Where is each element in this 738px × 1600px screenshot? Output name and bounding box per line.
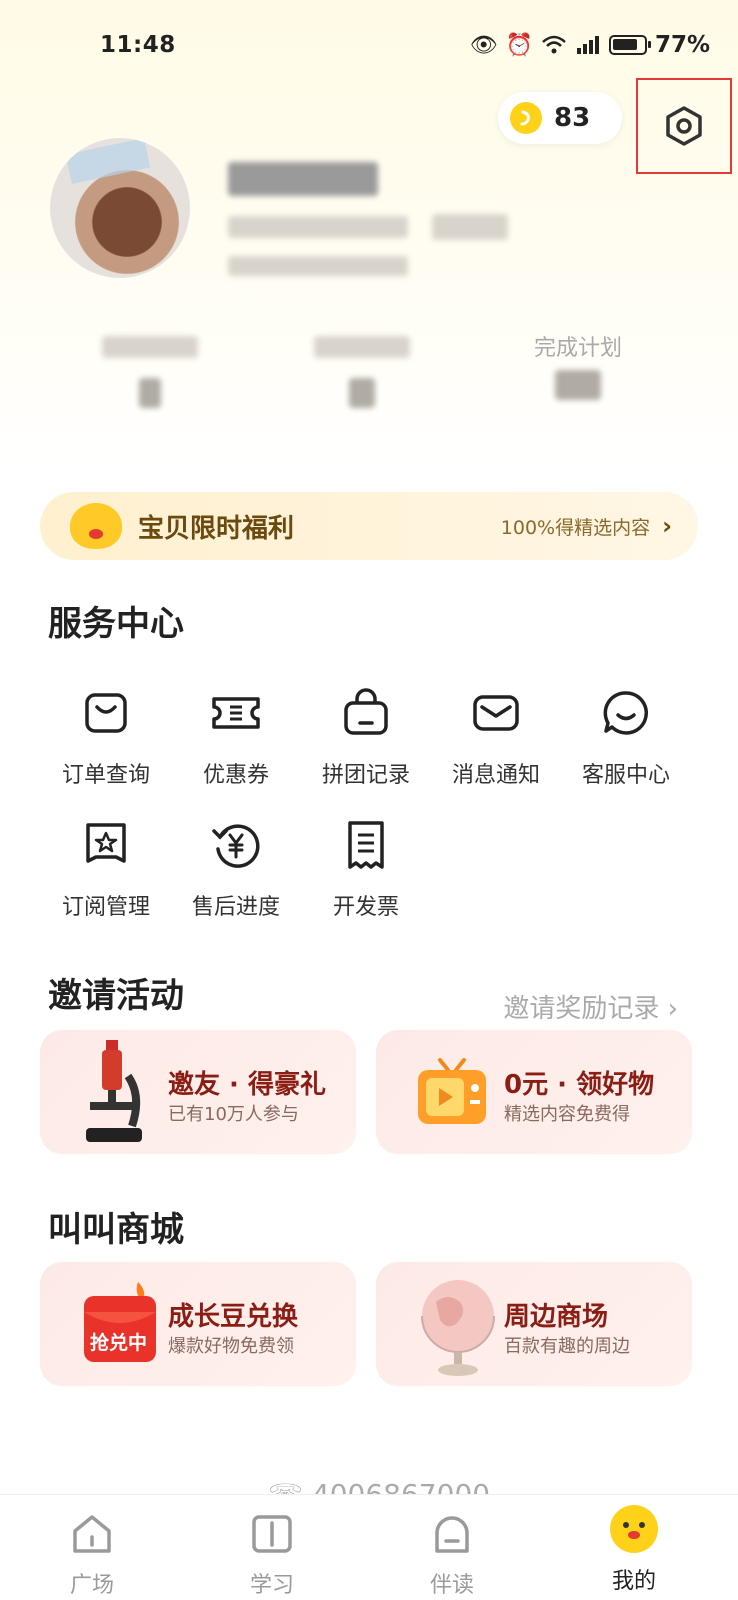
- service-label: 订阅管理: [61, 895, 150, 920]
- chick-mascot-icon: [70, 503, 122, 549]
- mall-card-title: 周边商场: [504, 1302, 609, 1332]
- username-redacted: [228, 162, 378, 196]
- coin-count: 83: [554, 103, 591, 133]
- stat-2-value-redacted: [349, 378, 375, 408]
- tab-label: 广场: [69, 1573, 114, 1598]
- user-tag-redacted: [432, 214, 508, 240]
- subscription-icon: [86, 823, 126, 863]
- invite-title: 邀请活动: [48, 976, 184, 1016]
- globe-icon: [421, 1280, 495, 1376]
- coin-icon: [510, 102, 542, 134]
- promo-title: 宝贝限时福利: [138, 513, 295, 544]
- tab-companion[interactable]: 伴读: [392, 1511, 512, 1599]
- tab-label: 我的: [611, 1569, 656, 1594]
- stat-2-label-redacted: [314, 336, 410, 358]
- invite-card-subtitle: 精选内容免费得: [504, 1104, 630, 1125]
- stat-3-value-redacted: [555, 370, 601, 400]
- service-item-invoice[interactable]: 开发票: [300, 817, 432, 927]
- mall-title: 叫叫商城: [48, 1210, 184, 1250]
- stat-1-label-redacted: [102, 336, 198, 358]
- tab-mine[interactable]: 我的: [574, 1505, 694, 1595]
- invite-card-title: 邀友 · 得豪礼: [168, 1070, 326, 1100]
- mall-card-title: 成长豆兑换: [168, 1302, 299, 1332]
- bottom-tabbar: 广场 学习 伴读 我的: [0, 1494, 738, 1600]
- settings-button[interactable]: [636, 78, 732, 174]
- tab-label: 学习: [249, 1573, 294, 1598]
- invite-records-label: 邀请奖励记录: [503, 994, 660, 1024]
- service-item-orders[interactable]: 订单查询: [40, 685, 172, 795]
- chevron-right-icon: ›: [662, 512, 672, 540]
- invite-card-free[interactable]: 0元 · 领好物 精选内容免费得: [376, 1030, 692, 1154]
- user-info-redacted: [228, 216, 408, 238]
- tab-label: 伴读: [429, 1573, 474, 1598]
- service-label: 消息通知: [451, 763, 540, 788]
- bag-icon: [85, 693, 127, 733]
- coupon-icon: [212, 697, 260, 729]
- promo-subtitle: 100%得精选内容: [500, 516, 651, 539]
- service-item-after-sales[interactable]: 售后进度: [170, 817, 302, 927]
- status-icons: 👁 ⏰ 77%: [470, 32, 710, 58]
- tv-icon: [418, 1058, 486, 1124]
- invite-records-link[interactable]: 邀请奖励记录 ›: [503, 988, 678, 1025]
- signal-icon: [576, 36, 599, 54]
- coin-balance[interactable]: 83: [498, 92, 622, 144]
- service-item-group-records[interactable]: 拼团记录: [300, 685, 432, 795]
- group-bag-icon: [344, 688, 388, 735]
- home-icon: [73, 1515, 111, 1553]
- service-label: 拼团记录: [321, 763, 410, 788]
- alarm-icon: ⏰: [505, 32, 533, 58]
- invite-card-subtitle: 已有10万人参与: [168, 1104, 299, 1125]
- mall-card-merch[interactable]: 周边商场 百款有趣的周边: [376, 1262, 692, 1386]
- tab-plaza[interactable]: 广场: [32, 1511, 152, 1599]
- mall-card-badge: 抢兑中: [90, 1332, 148, 1354]
- battery-icon: [608, 35, 651, 55]
- mall-card-subtitle: 百款有趣的周边: [504, 1336, 630, 1357]
- service-label: 客服中心: [581, 763, 670, 788]
- status-bar: 11:48 👁 ⏰ 77%: [0, 26, 738, 66]
- service-label: 优惠券: [202, 763, 269, 788]
- gear-icon: [666, 106, 702, 146]
- stat-1-value-redacted: [139, 378, 161, 408]
- stat-1[interactable]: [50, 330, 250, 408]
- chick-avatar-icon: [610, 1505, 658, 1553]
- service-item-subscriptions[interactable]: 订阅管理: [40, 817, 172, 927]
- user-badges-redacted: [228, 256, 408, 276]
- service-item-messages[interactable]: 消息通知: [430, 685, 562, 795]
- service-label: 订单查询: [61, 763, 150, 788]
- wifi-icon: [542, 35, 566, 54]
- microscope-icon: [86, 1040, 142, 1142]
- chevron-right-icon: ›: [667, 994, 678, 1024]
- service-label: 开发票: [332, 895, 399, 920]
- refund-icon: [212, 824, 260, 868]
- book-icon: [252, 1515, 292, 1553]
- service-center-title: 服务中心: [48, 604, 184, 644]
- stats-row: 完成计划: [0, 330, 738, 440]
- service-item-coupons[interactable]: 优惠券: [170, 685, 302, 795]
- invite-card-title: 0元 · 领好物: [504, 1070, 655, 1100]
- service-label: 售后进度: [191, 895, 280, 920]
- stat-2[interactable]: [262, 330, 462, 408]
- invoice-icon: [348, 821, 384, 869]
- chat-icon: [603, 691, 649, 735]
- mall-card-subtitle: 爆款好物免费领: [168, 1336, 294, 1357]
- eye-icon: 👁: [469, 32, 498, 58]
- avatar[interactable]: [50, 138, 190, 278]
- invite-card-friends[interactable]: 邀友 · 得豪礼 已有10万人参与: [40, 1030, 356, 1154]
- battery-percent: 77%: [654, 32, 710, 58]
- mail-icon: [473, 695, 519, 731]
- promo-banner[interactable]: 宝贝限时福利 100%得精选内容 ›: [40, 492, 698, 560]
- tab-learning[interactable]: 学习: [212, 1511, 332, 1599]
- mall-card-exchange[interactable]: 抢兑中 成长豆兑换 爆款好物免费领: [40, 1262, 356, 1386]
- companion-icon: [435, 1516, 469, 1553]
- service-item-customer-service[interactable]: 客服中心: [560, 685, 692, 795]
- stat-3[interactable]: 完成计划: [478, 330, 678, 400]
- status-time: 11:48: [100, 32, 176, 58]
- stat-3-label: 完成计划: [533, 336, 622, 361]
